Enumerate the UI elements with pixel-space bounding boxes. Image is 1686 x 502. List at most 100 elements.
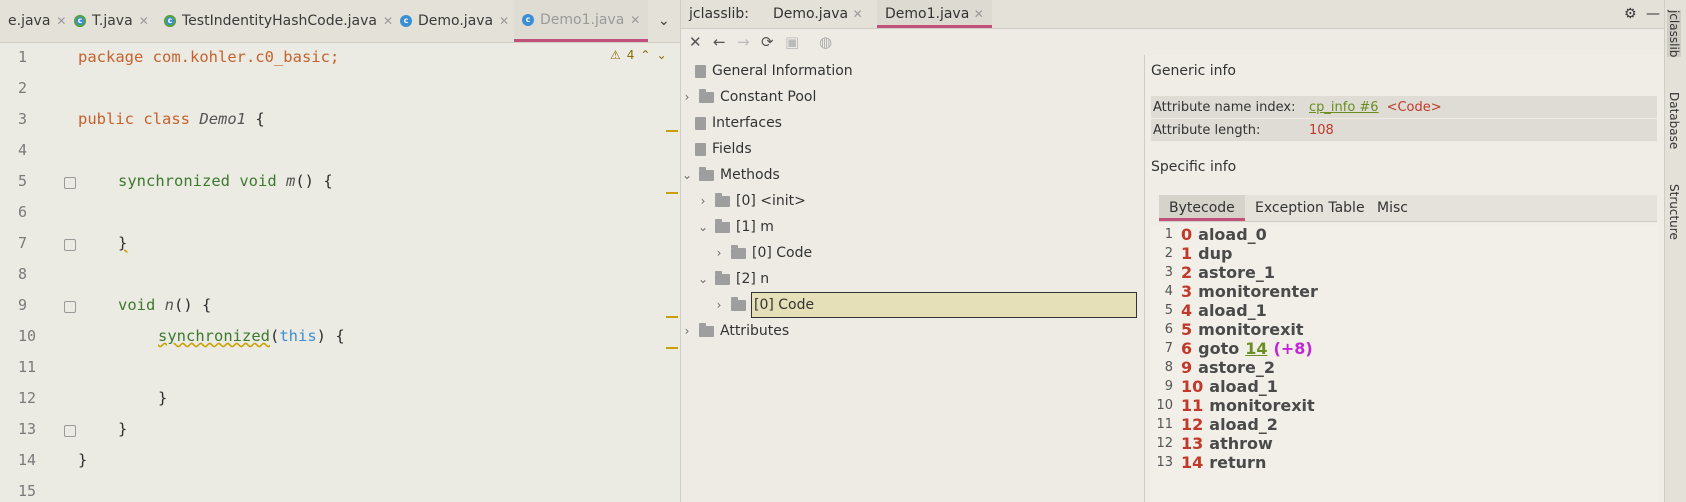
tree-item-attributes[interactable]: › Attributes: [681, 319, 789, 343]
close-icon[interactable]: ✕: [139, 14, 149, 28]
bytecode-opcode: monitorenter: [1198, 282, 1318, 301]
bytecode-offset: 0: [1181, 225, 1193, 244]
close-icon[interactable]: ✕: [56, 14, 66, 28]
tree-item-method-m[interactable]: ⌄ [1] m: [697, 215, 774, 239]
code-line-3: public class Demo1 {: [78, 110, 265, 128]
class-name: Demo1: [199, 110, 247, 128]
bytecode-row: 4 3 monitorenter: [1151, 282, 1318, 301]
close-icon[interactable]: ✕: [689, 33, 702, 51]
code-line-13: }: [118, 420, 128, 438]
chevron-down-icon: ⌄: [658, 13, 670, 29]
tab-misc[interactable]: Misc: [1367, 195, 1418, 221]
class-icon: c: [74, 15, 86, 27]
code-line-10: synchronized(this) {: [158, 327, 345, 345]
chevron-down-icon[interactable]: ⌄: [697, 267, 709, 291]
generic-info-title: Generic info: [1151, 63, 1236, 79]
code-line-12: }: [158, 389, 168, 407]
tree-item-methods[interactable]: ⌄ Methods: [681, 163, 780, 187]
bytecode-listing[interactable]: 1 0 aload_0 2 1 dup 3 2 astore_1 4 3 monitorente…: [1151, 225, 1657, 502]
package-name: com.kohler.c0_basic;: [143, 48, 340, 66]
chevron-right-icon[interactable]: ›: [681, 319, 693, 343]
code-token: () {: [174, 296, 212, 314]
warning-stripe-marker[interactable]: [666, 316, 678, 318]
editor-tab-bar: e.java ✕ c T.java ✕ c TestIndentityHashC…: [0, 0, 680, 43]
tree-label: [0] Code: [752, 245, 813, 261]
tab-t-java[interactable]: c T.java ✕: [66, 0, 157, 42]
bytecode-opcode: athrow: [1209, 434, 1273, 453]
chevron-right-icon[interactable]: ›: [713, 241, 725, 265]
jclasslib-tool-window: jclasslib: Demo.java ✕ Demo1.java ✕ ⚙ — …: [681, 0, 1665, 502]
tab-exception-table[interactable]: Exception Table: [1245, 195, 1375, 221]
stripe-button-structure[interactable]: Structure: [1667, 184, 1681, 240]
bytecode-opcode: monitorexit: [1209, 396, 1315, 415]
tool-window-title: jclasslib:: [689, 6, 750, 22]
chevron-down-icon[interactable]: ⌄: [697, 215, 709, 239]
branch-target-link[interactable]: 14: [1245, 339, 1267, 358]
tree-item-interfaces[interactable]: Interfaces: [695, 111, 782, 135]
close-icon[interactable]: ✕: [974, 7, 984, 21]
code-editor[interactable]: e.java ✕ c T.java ✕ c TestIndentityHashC…: [0, 0, 681, 502]
bytecode-line-number: 10: [1156, 398, 1173, 413]
tab-label: Demo1.java: [885, 6, 970, 22]
tab-e-java[interactable]: e.java ✕: [0, 0, 74, 42]
bytecode-row: 6 5 monitorexit: [1151, 320, 1304, 339]
code-token: ) {: [316, 327, 345, 345]
save-icon[interactable]: ▣: [785, 33, 799, 51]
chevron-right-icon[interactable]: ›: [713, 293, 725, 317]
cp-info-link[interactable]: cp_info #6: [1309, 100, 1379, 115]
tree-item-constant-pool[interactable]: › Constant Pool: [681, 85, 816, 109]
tree-item-method-m-code[interactable]: › [0] Code: [713, 241, 812, 265]
chevron-down-icon[interactable]: ⌄: [681, 163, 693, 187]
bytecode-line-number: 11: [1156, 417, 1173, 432]
tree-item-method-n[interactable]: ⌄ [2] n: [697, 267, 769, 291]
stripe-button-database[interactable]: Database: [1667, 92, 1681, 149]
chevron-right-icon[interactable]: ›: [681, 85, 693, 109]
web-icon[interactable]: ◍: [819, 33, 832, 51]
tab-testindentityhashcode-java[interactable]: c TestIndentityHashCode.java ✕: [156, 0, 401, 42]
code-line-5: synchronized void m() {: [118, 172, 333, 190]
code-area[interactable]: package com.kohler.c0_basic; public clas…: [0, 42, 660, 502]
tab-label: TestIndentityHashCode.java: [182, 13, 377, 29]
tab-label: Demo.java: [418, 13, 494, 29]
forward-icon[interactable]: →: [737, 33, 750, 51]
tab-demo1-java[interactable]: c Demo1.java ✕: [514, 0, 649, 42]
bytecode-row: 3 2 astore_1: [1151, 263, 1275, 282]
bytecode-row: 11 12 aload_2: [1151, 415, 1277, 434]
tool-window-stripe: jclasslib Database Structure: [1664, 0, 1686, 502]
stripe-button-jclasslib[interactable]: jclasslib: [1667, 10, 1681, 58]
folder-icon: [715, 218, 730, 233]
tree-label: Attributes: [720, 323, 790, 339]
close-icon[interactable]: ✕: [853, 7, 863, 21]
tab-menu-button[interactable]: ⌄: [650, 0, 678, 42]
warning-stripe-marker[interactable]: [666, 347, 678, 349]
attribute-length-value: 108: [1309, 122, 1334, 138]
keyword-token: public: [78, 110, 134, 128]
tab-demo-java[interactable]: c Demo.java ✕: [392, 0, 517, 42]
class-structure-tree[interactable]: General Information › Constant Pool Inte…: [681, 55, 1143, 502]
warning-stripe-marker[interactable]: [666, 130, 678, 132]
tab-demo-java[interactable]: Demo.java ✕: [765, 0, 871, 28]
tab-demo1-java[interactable]: Demo1.java ✕: [877, 0, 992, 28]
code-token: {: [246, 110, 265, 128]
close-icon[interactable]: ✕: [499, 14, 509, 28]
bytecode-row: 8 9 astore_2: [1151, 358, 1275, 377]
code-token: () {: [295, 172, 333, 190]
tree-item-fields[interactable]: Fields: [695, 137, 752, 161]
refresh-icon[interactable]: ⟳: [761, 33, 774, 51]
tree-item-general-information[interactable]: General Information: [695, 59, 853, 83]
keyword-token: synchronized: [118, 172, 230, 190]
chevron-right-icon[interactable]: ›: [697, 189, 709, 213]
bytecode-line-number: 8: [1164, 360, 1173, 375]
close-icon[interactable]: ✕: [630, 13, 640, 27]
tree-item-method-init[interactable]: › [0] <init>: [697, 189, 806, 213]
branch-offset: (+8): [1273, 339, 1313, 358]
tree-item-method-n-code[interactable]: › [0] Code: [713, 292, 1137, 318]
tab-bytecode[interactable]: Bytecode: [1159, 195, 1245, 221]
warning-stripe-marker[interactable]: [666, 192, 678, 194]
bytecode-row: 5 4 aload_1: [1151, 301, 1267, 320]
back-icon[interactable]: ←: [713, 33, 726, 51]
bytecode-opcode: aload_0: [1198, 225, 1267, 244]
attribute-name-index-label: Attribute name index:: [1153, 99, 1296, 115]
code-line-1: package com.kohler.c0_basic;: [78, 48, 339, 66]
jclasslib-tab-bar: jclasslib: Demo.java ✕ Demo1.java ✕ ⚙ —: [681, 0, 1664, 29]
